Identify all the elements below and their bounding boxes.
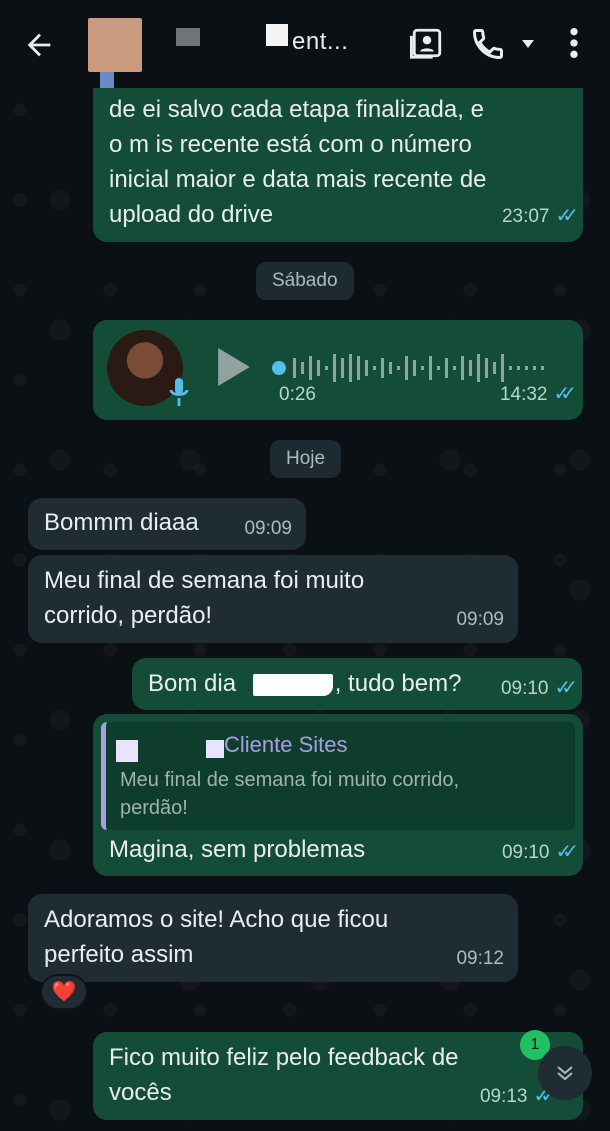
message-text: Fico muito feliz pelo feedback de <box>109 1044 459 1071</box>
message-meta: 14:32 ✓✓ <box>499 377 577 412</box>
message-text: Magina, sem problemas <box>109 836 366 863</box>
message-text: perfeito assim <box>44 941 194 968</box>
message-time: 09:10 <box>501 842 550 863</box>
message-text: upload do drive <box>109 201 274 228</box>
chat-header: ent... <box>0 0 610 96</box>
read-ticks-icon: ✓✓ <box>553 383 576 405</box>
message-text: o m is recente está com o número <box>109 131 472 158</box>
message-meta: 09:13 ✓✓ <box>479 1079 557 1114</box>
message-text: corrido, perdão! <box>44 602 213 629</box>
contact-card-icon[interactable] <box>410 26 444 60</box>
message-bubble-outgoing[interactable]: Fico muito feliz pelo feedback de vocês … <box>93 1032 583 1120</box>
reaction-badge[interactable]: ❤️ <box>40 974 88 1010</box>
redacted-block <box>176 28 200 46</box>
message-time: 09:09 <box>456 609 504 630</box>
chevron-down-icon[interactable] <box>520 38 536 50</box>
message-time: 09:13 <box>479 1086 528 1107</box>
message-meta: 23:07 ✓✓ <box>501 199 579 234</box>
back-arrow-icon[interactable] <box>22 28 56 62</box>
contact-name[interactable]: ent... <box>292 28 348 56</box>
read-ticks-icon: ✓✓ <box>554 677 577 699</box>
redacted-block <box>266 24 288 46</box>
message-text: de ei salvo cada etapa finalizada, e <box>109 96 484 123</box>
quoted-text: Meu final de semana foi muito corrido, <box>120 769 460 791</box>
voice-duration: 0:26 <box>279 384 316 405</box>
message-time: 09:10 <box>500 678 549 699</box>
phone-icon[interactable] <box>470 26 506 62</box>
message-bubble-incoming[interactable]: Meu final de semana foi muito corrido, p… <box>28 555 518 643</box>
quoted-text: perdão! <box>120 797 188 819</box>
microphone-icon <box>169 378 189 406</box>
message-meta: 09:10 ✓✓ <box>501 835 579 870</box>
message-text: , tudo bem? <box>334 670 462 697</box>
voice-message-bubble[interactable]: 0:26 14:32 ✓✓ <box>93 320 583 420</box>
message-bubble-outgoing[interactable]: Cliente Sites Meu final de semana foi mu… <box>93 714 583 876</box>
double-chevron-down-icon <box>557 1066 573 1081</box>
message-time: 09:09 <box>244 518 292 539</box>
message-bubble-outgoing[interactable]: de ei salvo cada etapa finalizada, e o m… <box>93 88 583 242</box>
message-time: 09:12 <box>456 948 504 969</box>
message-text: Adoramos o site! Acho que ficou <box>44 906 389 933</box>
date-separator: Sábado <box>256 262 354 300</box>
redacted-block <box>206 740 224 758</box>
message-time: 14:32 <box>499 384 548 405</box>
redacted-block <box>116 740 138 762</box>
contact-avatar[interactable] <box>88 18 142 96</box>
heart-reaction-icon: ❤️ <box>51 981 77 1003</box>
message-text: Bom dia <box>148 670 237 697</box>
message-bubble-incoming[interactable]: Adoramos o site! Acho que ficou perfeito… <box>28 894 518 982</box>
message-list[interactable]: de ei salvo cada etapa finalizada, e o m… <box>0 88 610 1131</box>
read-ticks-icon: ✓✓ <box>555 205 578 227</box>
redacted-name <box>252 673 333 696</box>
message-text: Meu final de semana foi muito <box>44 567 365 594</box>
more-options-icon[interactable] <box>562 26 586 60</box>
message-text: inicial maior e data mais recente de <box>109 166 487 193</box>
date-separator: Hoje <box>270 440 342 478</box>
message-bubble-incoming[interactable]: Bommm diaaa 09:09 <box>28 498 306 550</box>
quoted-message[interactable]: Cliente Sites Meu final de semana foi mu… <box>101 722 575 830</box>
message-time: 23:07 <box>501 206 550 227</box>
message-bubble-outgoing[interactable]: Bom dia , tudo bem? 09:10 ✓✓ <box>132 658 582 710</box>
play-icon[interactable] <box>217 348 251 386</box>
message-text: Bommm diaaa <box>44 509 199 536</box>
message-meta: 09:10 ✓✓ <box>500 671 578 706</box>
scroll-to-bottom-button[interactable] <box>538 1046 592 1100</box>
read-ticks-icon: ✓✓ <box>555 841 578 863</box>
quoted-author: Cliente Sites <box>224 732 348 757</box>
